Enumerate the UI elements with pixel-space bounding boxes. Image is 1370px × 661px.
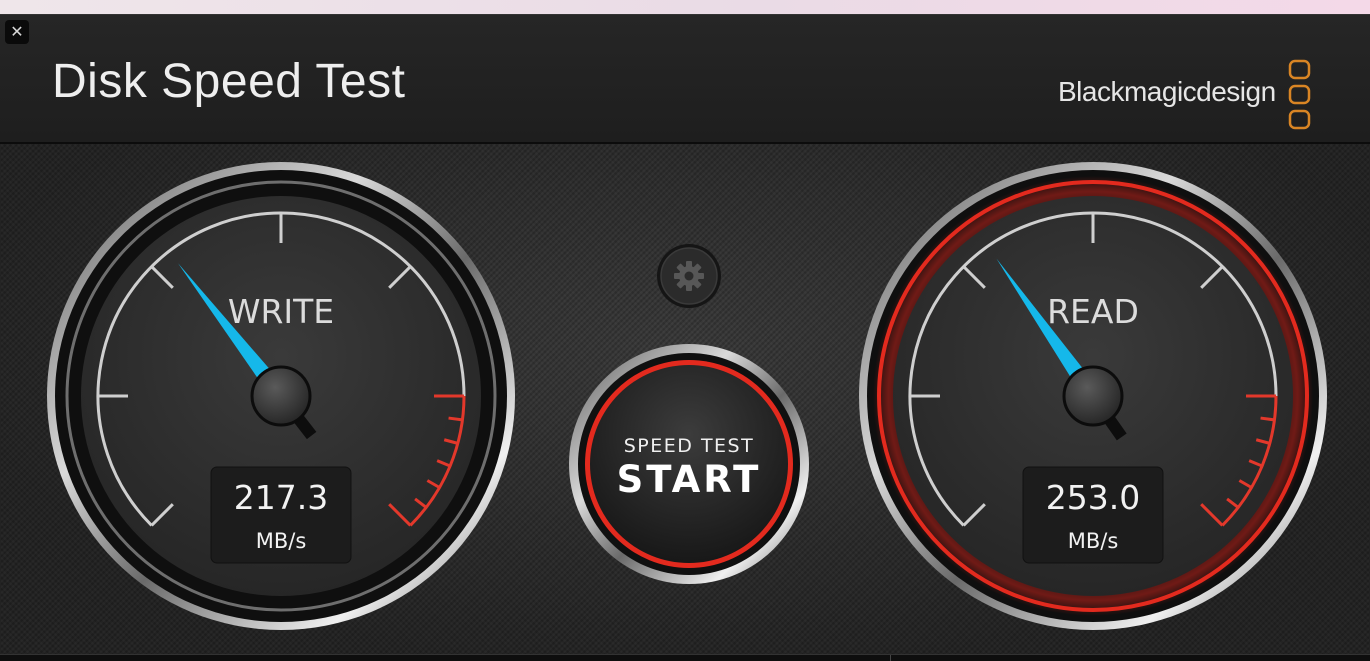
settings-button-hit-area[interactable] <box>656 243 722 309</box>
dial-redline-tick <box>1260 416 1275 422</box>
read-unit: MB/s <box>1067 529 1119 553</box>
write-value: 217.3 <box>233 478 329 517</box>
read-value: 253.0 <box>1045 478 1141 517</box>
write-gauge-label: WRITE <box>227 292 335 331</box>
read-gauge-label: READ <box>1047 292 1139 331</box>
write-gauge-hub <box>250 365 312 427</box>
start-button-hit-area[interactable] <box>573 350 805 582</box>
dial-redline-tick <box>448 416 463 422</box>
read-gauge <box>859 162 1327 630</box>
write-gauge <box>47 162 515 630</box>
read-gauge-hub <box>1062 365 1124 427</box>
write-unit: MB/s <box>255 529 307 553</box>
